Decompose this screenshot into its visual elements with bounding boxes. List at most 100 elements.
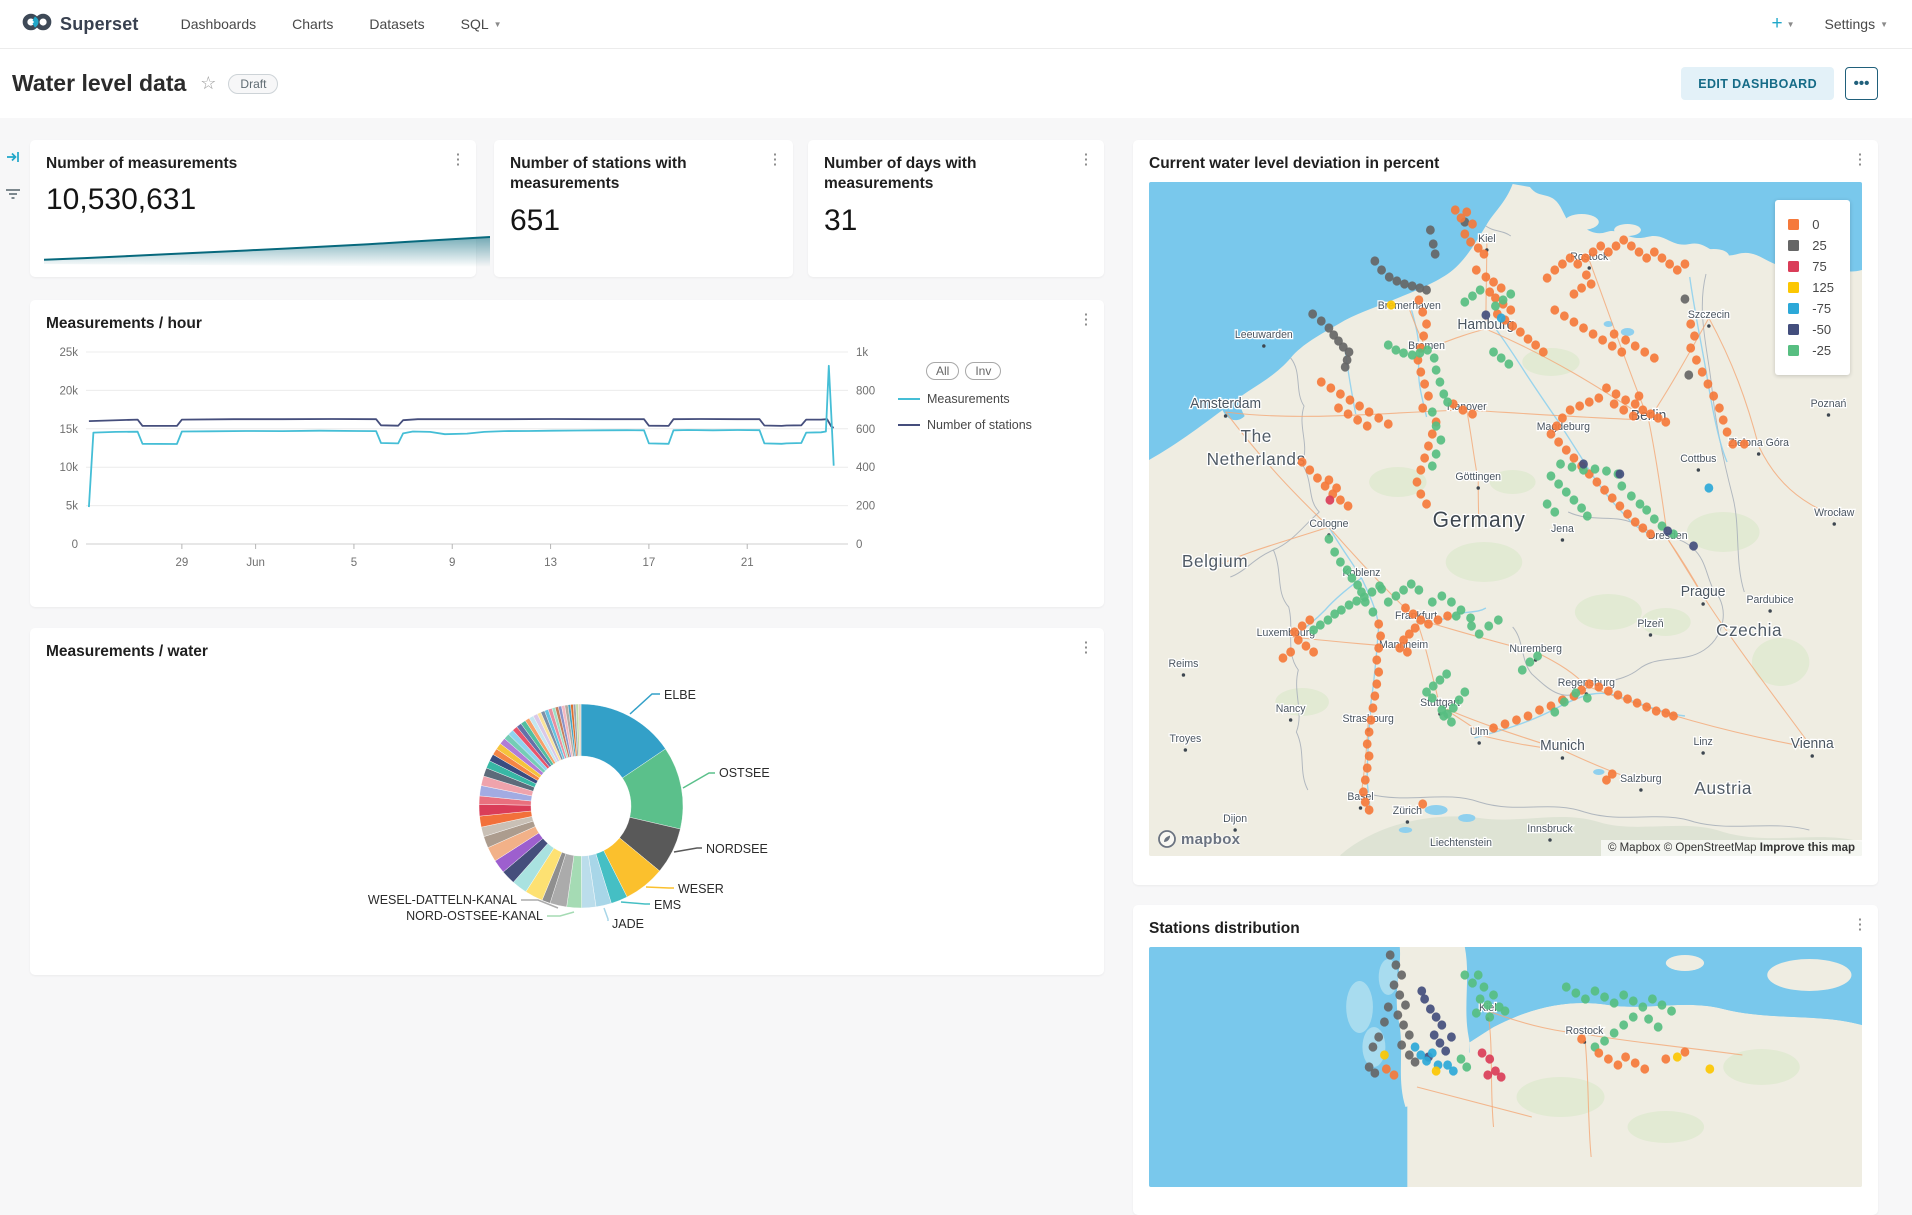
card-title: Number of days with measurements [824,154,1066,195]
svg-text:Troyes: Troyes [1169,733,1201,745]
filter-icon[interactable] [5,187,21,206]
svg-text:Wrocław: Wrocław [1814,507,1854,519]
top-navbar: Superset Dashboards Charts Datasets SQL▼ +▼… [0,0,1912,49]
legend-swatch [1788,240,1799,251]
card-title: Measurements / water [46,642,1066,662]
kpi-value: 31 [824,204,1066,238]
svg-text:0: 0 [72,539,78,551]
map-legend-row[interactable]: -25 [1788,343,1834,358]
improve-map-link[interactable]: Improve this map [1760,842,1855,854]
svg-text:Austria: Austria [1694,778,1752,798]
legend-value: 125 [1812,280,1834,295]
legend-item[interactable]: Number of stations [898,418,1080,432]
deviation-map[interactable]: LeeuwardenAmsterdamTheNetherlandsKielBre… [1149,182,1862,856]
kpi-card-stations: Number of stations with measurements ⋮ 6… [494,140,793,277]
card-title: Current water level deviation in percent [1149,154,1840,174]
map-legend-row[interactable]: 25 [1788,238,1834,253]
map-legend-row[interactable]: -75 [1788,301,1834,316]
legend-value: 0 [1812,217,1819,232]
nav-items: Dashboards Charts Datasets SQL▼ [181,16,502,32]
card-menu-icon[interactable]: ⋮ [763,150,787,174]
map-legend: 0 25 75 125 -75 -50 -25 [1775,200,1850,375]
svg-text:21: 21 [741,557,754,569]
map-legend-row[interactable]: 75 [1788,259,1834,274]
svg-text:9: 9 [449,557,455,569]
legend-swatch [1788,303,1799,314]
legend-item[interactable]: Measurements [898,392,1080,406]
edit-dashboard-button[interactable]: EDIT DASHBOARD [1681,67,1834,100]
mapbox-logo[interactable]: mapbox [1157,829,1240,849]
svg-text:Prague: Prague [1681,584,1726,600]
svg-text:29: 29 [175,557,188,569]
svg-text:Germany: Germany [1433,508,1526,533]
legend-swatch [1788,282,1799,293]
dashboard-header: Water level data ☆ Draft EDIT DASHBOARD … [0,49,1912,118]
kpi-card-days: Number of days with measurements ⋮ 31 [808,140,1104,277]
measurements-hour-card: Measurements / hour ⋮ 005k20010k40015k60… [30,300,1104,607]
svg-text:1k: 1k [856,347,868,359]
svg-text:WESER: WESER [678,882,724,896]
svg-text:Linz: Linz [1693,736,1712,748]
card-menu-icon[interactable]: ⋮ [446,150,470,174]
nav-item-sql[interactable]: SQL▼ [461,16,502,32]
new-item-button[interactable]: +▼ [1771,13,1794,35]
svg-text:WESEL-DATTELN-KANAL: WESEL-DATTELN-KANAL [368,893,517,907]
nav-item-datasets[interactable]: Datasets [369,16,424,32]
svg-text:The: The [1240,426,1271,446]
card-title: Number of measurements [46,154,438,174]
svg-text:Munich: Munich [1540,738,1585,754]
svg-text:NORD-OSTSEE-KANAL: NORD-OSTSEE-KANAL [406,909,543,923]
map-legend-row[interactable]: 0 [1788,217,1834,232]
legend-value: 25 [1812,238,1826,253]
favorite-star-icon[interactable]: ☆ [200,73,216,94]
chevron-down-icon: ▼ [1787,20,1795,29]
card-menu-icon[interactable]: ⋮ [1848,915,1872,939]
svg-text:Göttingen: Göttingen [1455,471,1501,483]
svg-text:Reims: Reims [1169,658,1199,670]
attribution-text: © Mapbox © OpenStreetMap [1608,842,1757,854]
expand-filter-bar-icon[interactable] [6,150,20,169]
map-attribution: © Mapbox © OpenStreetMap Improve this ma… [1601,840,1862,856]
dashboard-more-button[interactable]: ••• [1845,67,1878,100]
superset-brand[interactable]: Superset [22,11,139,38]
svg-text:Cottbus: Cottbus [1680,453,1716,465]
brand-name: Superset [60,14,139,35]
card-menu-icon[interactable]: ⋮ [1074,150,1098,174]
svg-text:Rostock: Rostock [1565,1025,1604,1037]
svg-text:Luxembourg: Luxembourg [1257,627,1315,639]
svg-text:Jena: Jena [1551,523,1574,535]
svg-text:13: 13 [544,557,557,569]
svg-text:Cologne: Cologne [1309,518,1348,530]
svg-text:Leeuwarden: Leeuwarden [1235,329,1293,341]
svg-text:ELBE: ELBE [664,688,696,702]
svg-text:Magdeburg: Magdeburg [1537,421,1590,433]
status-badge: Draft [228,74,278,94]
card-menu-icon[interactable]: ⋮ [1074,310,1098,334]
settings-menu[interactable]: Settings▼ [1824,16,1888,32]
stations-map[interactable]: KielRostock [1149,947,1862,1187]
kpi-sparkline [44,227,490,267]
kpi-value: 10,530,631 [46,183,438,217]
legend-swatch [1788,261,1799,272]
svg-text:Netherlands: Netherlands [1207,449,1306,469]
map-legend-row[interactable]: 125 [1788,280,1834,295]
card-menu-icon[interactable]: ⋮ [1074,638,1098,662]
legend-pill-inv[interactable]: Inv [965,362,1001,380]
card-title: Measurements / hour [46,314,1066,334]
card-title: Number of stations with measurements [510,154,755,195]
svg-text:Czechia: Czechia [1716,620,1782,640]
legend-value: -25 [1812,343,1831,358]
svg-text:600: 600 [856,424,875,436]
map-legend-row[interactable]: -50 [1788,322,1834,337]
svg-text:Ulm: Ulm [1470,726,1489,738]
stations-map-card: Stations distribution ⋮ KielRostock [1133,905,1878,1215]
nav-item-charts[interactable]: Charts [292,16,333,32]
svg-text:Vienna: Vienna [1791,736,1834,752]
page-title: Water level data [12,70,186,97]
card-menu-icon[interactable]: ⋮ [1848,150,1872,174]
legend-pill-all[interactable]: All [926,362,959,380]
legend-swatch [1788,345,1799,356]
svg-text:Salzburg: Salzburg [1620,773,1662,785]
nav-item-dashboards[interactable]: Dashboards [181,16,257,32]
svg-text:Belgium: Belgium [1182,551,1248,571]
